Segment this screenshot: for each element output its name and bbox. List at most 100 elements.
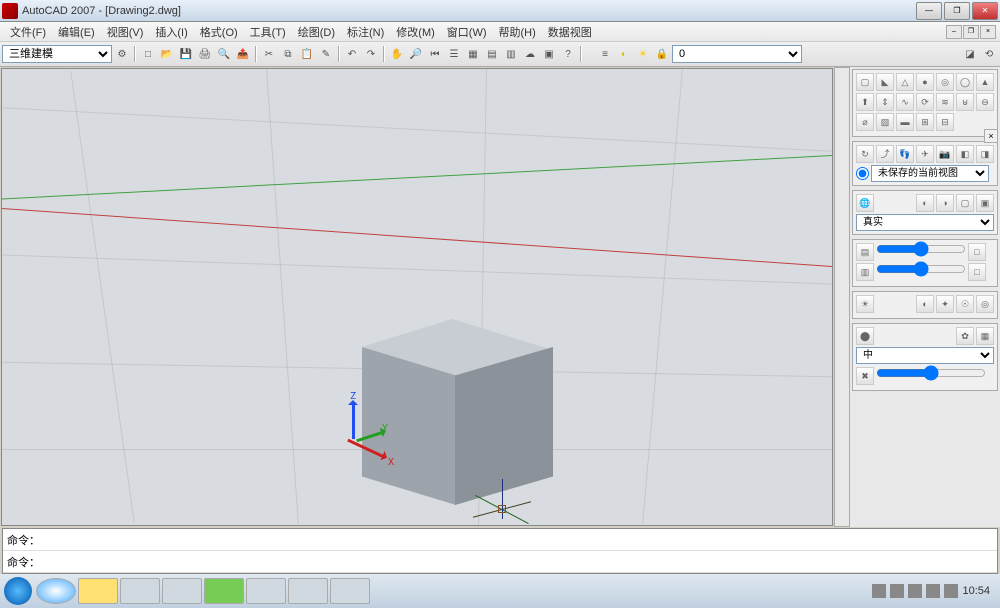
vs2-icon[interactable]: ◑ (936, 194, 954, 212)
toolpalette-icon[interactable]: ▤ (483, 45, 501, 63)
cone-icon[interactable]: △ (896, 73, 914, 91)
visual-style-combo[interactable]: 真实 (856, 214, 994, 231)
menu-dataview[interactable]: 数据视图 (542, 22, 598, 42)
calc-icon[interactable]: ▣ (540, 45, 558, 63)
task-item-5[interactable] (288, 578, 328, 604)
subtract-icon[interactable]: ⊖ (976, 93, 994, 111)
extrude-icon[interactable]: ⬆ (856, 93, 874, 111)
tray-icon-2[interactable] (890, 584, 904, 598)
view-current-radio[interactable] (856, 167, 869, 180)
light2-icon[interactable]: ✦ (936, 295, 954, 313)
help-icon[interactable]: ? (559, 45, 577, 63)
markup-icon[interactable]: ☁ (521, 45, 539, 63)
vs-panel-icon[interactable]: 🌐 (856, 194, 874, 212)
properties-icon[interactable]: ☰ (445, 45, 463, 63)
mat-panel-icon[interactable]: ⬤ (856, 327, 874, 345)
maximize-button[interactable]: ❐ (944, 2, 970, 20)
menu-dimension[interactable]: 标注(N) (341, 22, 390, 42)
light1-icon[interactable]: ◐ (916, 295, 934, 313)
task-item-4[interactable] (246, 578, 286, 604)
walk-icon[interactable]: 👣 (896, 145, 914, 163)
mdi-restore[interactable]: ❐ (963, 25, 979, 39)
union-icon[interactable]: ⊎ (956, 93, 974, 111)
slice-icon[interactable]: ⌀ (856, 113, 874, 131)
minimize-button[interactable]: — (916, 2, 942, 20)
thicken-icon[interactable]: ▬ (896, 113, 914, 131)
save-icon[interactable]: 💾 (177, 45, 195, 63)
vs4-icon[interactable]: ▣ (976, 194, 994, 212)
vscrollbar[interactable] (834, 67, 850, 527)
task-item-1[interactable] (120, 578, 160, 604)
preview-icon[interactable]: 🔍 (215, 45, 233, 63)
tray-icon-1[interactable] (872, 584, 886, 598)
revolve-icon[interactable]: ⟳ (916, 93, 934, 111)
light4-icon[interactable]: ◎ (976, 295, 994, 313)
vs3-icon[interactable]: ▢ (956, 194, 974, 212)
clock[interactable]: 10:54 (962, 585, 990, 597)
zoom-prev-icon[interactable]: ⏮ (426, 45, 444, 63)
tray-icon-5[interactable] (944, 584, 958, 598)
task-item-6[interactable] (330, 578, 370, 604)
task-ie[interactable] (36, 578, 76, 604)
menu-help[interactable]: 帮助(H) (493, 22, 542, 42)
command-window[interactable]: 命令： 命令： (2, 528, 998, 574)
sphere-icon[interactable]: ● (916, 73, 934, 91)
camera-icon[interactable]: 📷 (936, 145, 954, 163)
view-icon[interactable]: ◧ (956, 145, 974, 163)
light-preset-combo[interactable]: 中 (856, 347, 994, 364)
panel-close-icon[interactable]: × (984, 129, 998, 143)
slider2[interactable] (876, 263, 966, 275)
sweep-icon[interactable]: ∿ (896, 93, 914, 111)
mdi-minimize[interactable]: – (946, 25, 962, 39)
slider1-icon[interactable]: ▤ (856, 243, 874, 261)
slider1-end-icon[interactable]: □ (968, 243, 986, 261)
mat1-icon[interactable]: ✿ (956, 327, 974, 345)
fly-icon[interactable]: ✈ (916, 145, 934, 163)
plot-icon[interactable]: 🖨 (196, 45, 214, 63)
box-icon[interactable]: ▢ (856, 73, 874, 91)
task-item-3[interactable] (204, 578, 244, 604)
mat2-icon[interactable]: ▦ (976, 327, 994, 345)
section-icon[interactable]: ▨ (876, 113, 894, 131)
copy-icon[interactable]: ⧉ (279, 45, 297, 63)
slider1[interactable] (876, 243, 966, 255)
menu-insert[interactable]: 插入(I) (149, 22, 193, 42)
sheetset-icon[interactable]: ▥ (502, 45, 520, 63)
layer-prev-icon[interactable]: ⟲ (980, 45, 998, 63)
torus-icon[interactable]: ◯ (956, 73, 974, 91)
lock-icon[interactable]: 🔒 (653, 45, 671, 63)
menu-format[interactable]: 格式(O) (194, 22, 244, 42)
render-slider[interactable] (876, 367, 986, 379)
layer-combo[interactable]: 0 (672, 45, 802, 63)
wedge-icon[interactable]: ◣ (876, 73, 894, 91)
open-icon[interactable]: 📂 (158, 45, 176, 63)
tray-icon-4[interactable] (926, 584, 940, 598)
menu-modify[interactable]: 修改(M) (390, 22, 441, 42)
cylinder-icon[interactable]: ◎ (936, 73, 954, 91)
slider2-icon[interactable]: ▥ (856, 263, 874, 281)
designcenter-icon[interactable]: ▦ (464, 45, 482, 63)
light3-icon[interactable]: ☉ (956, 295, 974, 313)
swivel-icon[interactable]: ⤴ (876, 145, 894, 163)
layer-mgr-icon[interactable]: ≡ (596, 45, 614, 63)
menu-draw[interactable]: 绘图(D) (292, 22, 341, 42)
render-x-icon[interactable]: ✖ (856, 367, 874, 385)
workspace-combo[interactable]: 三维建模 (2, 45, 112, 63)
layer-iso-icon[interactable]: ◪ (961, 45, 979, 63)
paste-icon[interactable]: 📋 (298, 45, 316, 63)
menu-edit[interactable]: 编辑(E) (52, 22, 101, 42)
cut-icon[interactable]: ✂ (260, 45, 278, 63)
task-item-2[interactable] (162, 578, 202, 604)
menu-view[interactable]: 视图(V) (101, 22, 150, 42)
separate-icon[interactable]: ⊟ (936, 113, 954, 131)
mdi-close[interactable]: × (980, 25, 996, 39)
workspace-settings-icon[interactable]: ⚙ (113, 45, 131, 63)
view2-icon[interactable]: ◨ (976, 145, 994, 163)
zoom-icon[interactable]: 🔎 (407, 45, 425, 63)
saved-view-combo[interactable]: 未保存的当前视图 (871, 165, 989, 182)
publish-icon[interactable]: 📤 (234, 45, 252, 63)
slider2-end-icon[interactable]: □ (968, 263, 986, 281)
new-icon[interactable]: □ (139, 45, 157, 63)
loft-icon[interactable]: ≋ (936, 93, 954, 111)
menu-file[interactable]: 文件(F) (4, 22, 52, 42)
